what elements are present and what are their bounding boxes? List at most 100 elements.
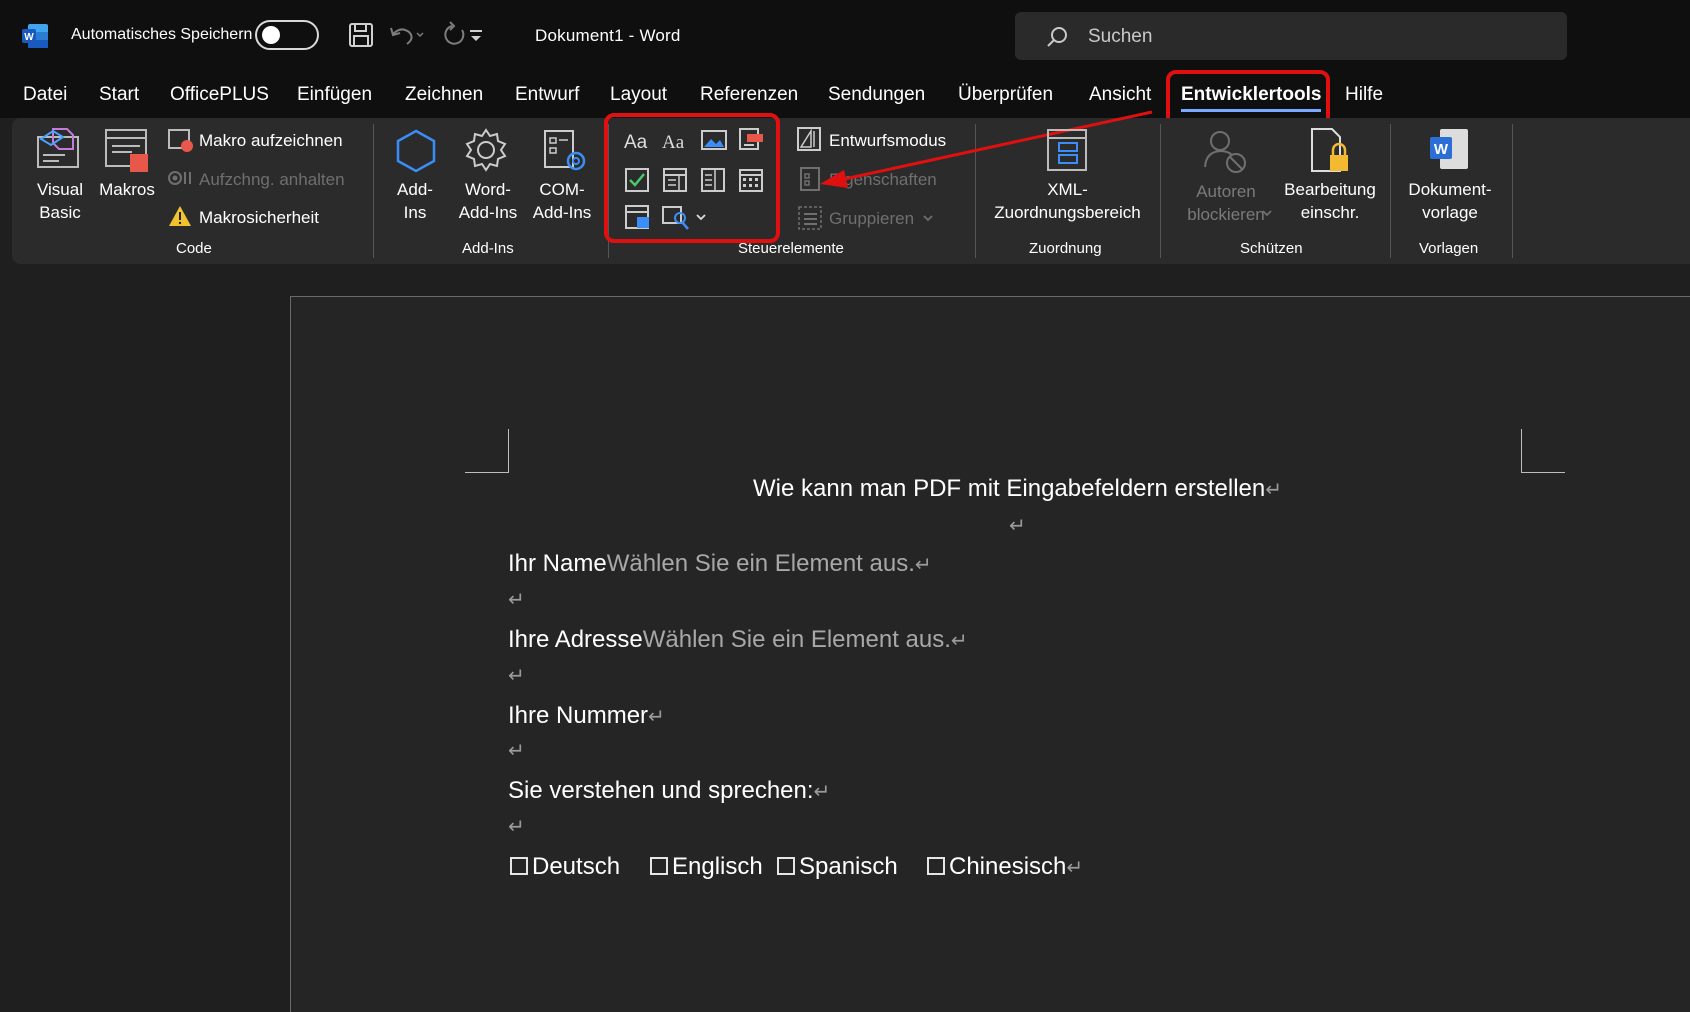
search-box[interactable]: Suchen (1015, 12, 1567, 60)
makros-button[interactable]: Makros (92, 178, 162, 201)
block-authors-icon (1204, 131, 1246, 173)
group-separator (1160, 124, 1161, 258)
picture-content-control-icon[interactable] (701, 130, 727, 152)
field-name-line[interactable]: Ihr NameWählen Sie ein Element aus.↵ (508, 550, 932, 578)
tab-start[interactable]: Start (99, 84, 139, 106)
checkbox-spanisch[interactable]: Spanisch (777, 853, 898, 881)
date-picker-content-control-icon[interactable] (739, 168, 763, 192)
legacy-tools-icon[interactable] (662, 204, 690, 230)
paragraph-mark: ↵ (950, 630, 968, 652)
com-add-ins-label-1: COM- (539, 180, 585, 199)
word-add-ins-label-2: Add-Ins (458, 203, 518, 222)
address-content-control[interactable]: Wählen Sie ein Element aus. (643, 626, 951, 653)
paragraph-mark: ↵ (508, 740, 525, 762)
chevron-down-icon (923, 215, 933, 222)
checkbox-chinesisch[interactable]: Chinesisch↵ (927, 853, 1083, 881)
autoren-blockieren-button[interactable]: Autoren blockieren (1168, 180, 1284, 226)
paragraph-mark: ↵ (813, 781, 831, 803)
dropdown-list-content-control-icon[interactable] (701, 168, 725, 192)
document-page[interactable]: Wie kann man PDF mit Eingabefeldern erst… (290, 296, 1690, 1012)
tab-zeichnen[interactable]: Zeichnen (405, 84, 483, 106)
field-label-number: Ihre Nummer (508, 702, 649, 729)
rich-text-content-control-icon[interactable]: Aa (624, 129, 652, 153)
aufzeichnung-anhalten-button[interactable]: Aufzchng. anhalten (199, 170, 345, 190)
field-label-name: Ihr Name (508, 550, 607, 577)
com-add-ins-icon (544, 130, 586, 171)
makro-aufzeichnen-button[interactable]: Makro aufzeichnen (199, 131, 343, 151)
word-add-ins-label-1: Word- (465, 180, 511, 199)
warning-icon (169, 206, 191, 226)
save-icon[interactable] (346, 20, 376, 50)
paragraph-mark: ↵ (508, 816, 525, 838)
gruppieren-button[interactable]: Gruppieren (829, 209, 914, 229)
chevron-down-icon (1262, 210, 1272, 217)
checkbox-box[interactable] (510, 857, 528, 875)
com-add-ins-button[interactable]: COM- Add-Ins (524, 178, 600, 224)
paragraph-mark: ↵ (914, 554, 932, 576)
word-add-ins-button[interactable]: Word- Add-Ins (450, 178, 526, 224)
record-macro-icon (168, 129, 193, 152)
group-label-vorlagen: Vorlagen (1419, 240, 1479, 257)
paragraph-mark: ↵ (508, 665, 525, 687)
name-content-control[interactable]: Wählen Sie ein Element aus. (607, 550, 915, 577)
checkbox-deutsch[interactable]: Deutsch (510, 853, 620, 881)
group-label-zuordnung: Zuordnung (1029, 240, 1102, 257)
visual-basic-button[interactable]: Visual Basic (28, 178, 92, 224)
building-block-gallery-icon[interactable] (739, 128, 765, 152)
xml-zuordnungsbereich-button[interactable]: XML- Zuordnungsbereich (980, 178, 1155, 224)
autosave-toggle[interactable] (255, 20, 319, 50)
customize-quick-access-icon[interactable] (464, 20, 488, 50)
add-ins-label-1: Add- (397, 180, 433, 199)
checkbox-box[interactable] (927, 857, 945, 875)
field-label-address: Ihre Adresse (508, 626, 643, 653)
group-separator (1512, 124, 1513, 258)
makrosicherheit-button[interactable]: Makrosicherheit (199, 208, 319, 228)
combo-box-content-control-icon[interactable] (663, 168, 687, 192)
tab-hilfe[interactable]: Hilfe (1345, 84, 1383, 106)
add-ins-icon (396, 129, 436, 173)
visual-basic-label-1: Visual (37, 180, 83, 199)
paragraph-mark: ↵ (508, 589, 525, 611)
visual-basic-label-2: Basic (39, 203, 81, 222)
group-separator (373, 124, 374, 258)
checkbox-englisch[interactable]: Englisch (650, 853, 763, 881)
restrict-editing-icon (1311, 128, 1348, 172)
checkbox-label: Chinesisch (949, 853, 1067, 880)
checkbox-box[interactable] (650, 857, 668, 875)
add-ins-button[interactable]: Add- Ins (383, 178, 447, 224)
tab-referenzen[interactable]: Referenzen (700, 84, 798, 106)
field-address-line[interactable]: Ihre AdresseWählen Sie ein Element aus.↵ (508, 626, 968, 654)
svg-text:W: W (1434, 141, 1449, 158)
checkbox-box[interactable] (777, 857, 795, 875)
tab-einfuegen[interactable]: Einfügen (297, 84, 372, 106)
field-number-line[interactable]: Ihre Nummer↵ (508, 702, 665, 730)
bearbeitung-label-2: einschr. (1300, 203, 1360, 222)
xml-mapping-pane-icon (1047, 129, 1087, 171)
dokumentvorlage-button[interactable]: Dokument- vorlage (1396, 178, 1504, 224)
group-label-code: Code (176, 240, 212, 257)
undo-icon[interactable] (385, 20, 429, 50)
repeating-section-content-control-icon[interactable] (625, 205, 651, 229)
bearbeitung-einschraenken-button[interactable]: Bearbeitung einschr. (1278, 178, 1382, 224)
tab-entwurf[interactable]: Entwurf (515, 84, 579, 106)
document-title: Dokument1 - Word (535, 26, 681, 45)
group-separator (1390, 124, 1391, 258)
autosave-label: Automatisches Speichern (71, 26, 253, 43)
paragraph-mark: ↵ (1066, 857, 1084, 879)
paragraph-mark: ↵ (648, 706, 665, 728)
autoren-label-1: Autoren (1196, 182, 1256, 201)
tab-officeplus[interactable]: OfficePLUS (170, 84, 269, 106)
field-languages-line[interactable]: Sie verstehen und sprechen:↵ (508, 777, 830, 805)
paragraph-mark: ↵ (1009, 515, 1026, 537)
add-ins-label-2: Ins (403, 203, 427, 222)
svg-text:Aa: Aa (624, 132, 648, 153)
document-heading[interactable]: Wie kann man PDF mit Eingabefeldern erst… (753, 475, 1282, 503)
tab-layout[interactable]: Layout (610, 84, 667, 106)
chevron-down-icon[interactable] (695, 212, 707, 222)
tab-datei[interactable]: Datei (23, 84, 67, 106)
checkbox-content-control-icon[interactable] (625, 168, 649, 192)
word-app-icon[interactable]: W (22, 24, 48, 48)
document-template-icon: W (1430, 129, 1468, 169)
checkbox-label: Englisch (672, 853, 763, 880)
plain-text-content-control-icon[interactable]: Aa (662, 129, 690, 153)
